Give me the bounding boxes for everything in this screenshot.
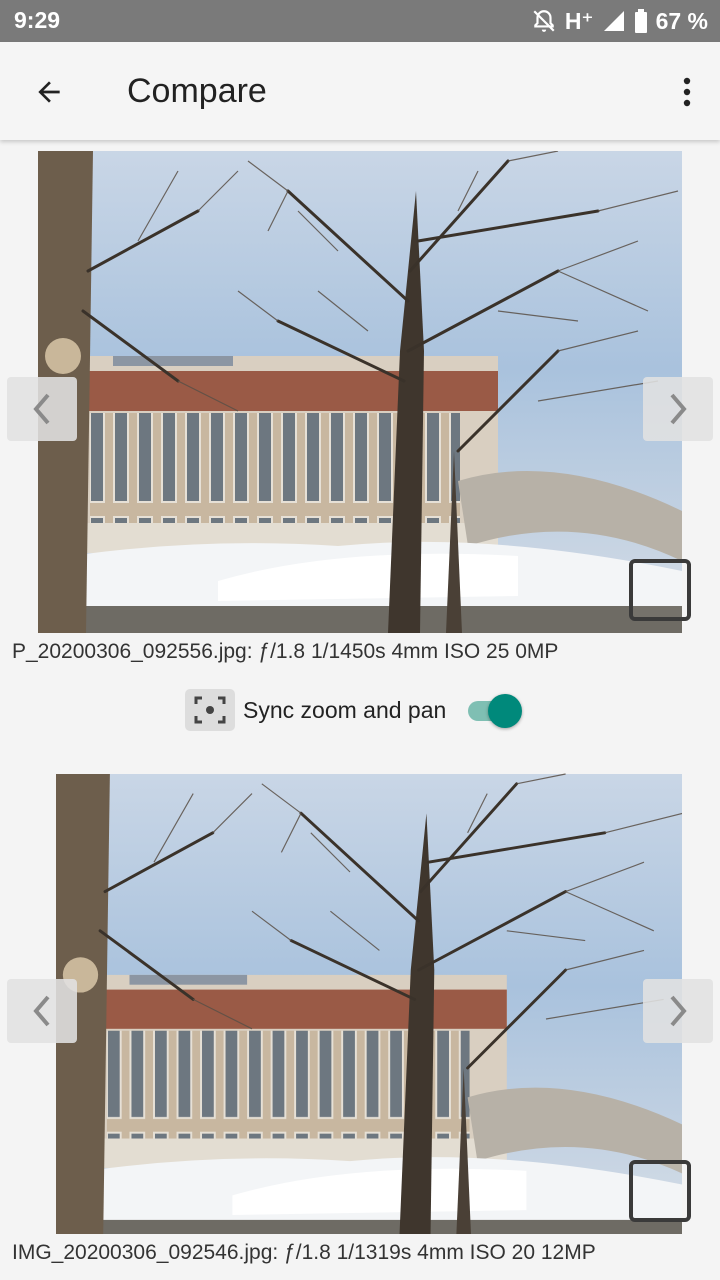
- alarm-off-icon: [531, 8, 557, 34]
- zoom-frame-top[interactable]: [629, 559, 691, 621]
- chevron-right-icon: [670, 393, 687, 425]
- sync-label: Sync zoom and pan: [243, 696, 447, 723]
- status-icons: H⁺ 67 %: [531, 6, 708, 36]
- app-bar: Compare: [0, 42, 720, 140]
- chevron-left-icon: [33, 995, 50, 1027]
- photo-top[interactable]: [38, 151, 682, 633]
- photo-bottom[interactable]: [38, 752, 682, 1234]
- zoom-frame-bottom[interactable]: [629, 1160, 691, 1222]
- back-arrow-icon: [38, 81, 60, 103]
- toggle-thumb: [488, 694, 523, 728]
- signal-icon: [602, 9, 626, 33]
- sync-frame-icon: [185, 689, 235, 731]
- next-photo-button-bottom[interactable]: [643, 979, 713, 1043]
- chevron-left-icon: [33, 393, 50, 425]
- status-bar: 9:29 H⁺ 67 %: [0, 0, 720, 42]
- photo-caption-top: P_20200306_092556.jpg: ƒ/1.8 1/1450s 4mm…: [12, 640, 559, 663]
- chevron-right-icon: [670, 995, 687, 1027]
- prev-photo-button-bottom[interactable]: [7, 979, 77, 1043]
- prev-photo-button-top[interactable]: [7, 377, 77, 441]
- sync-zoom-row: Sync zoom and pan: [185, 688, 524, 732]
- battery-percent: 67 %: [655, 7, 708, 34]
- photo-image[interactable]: [38, 752, 682, 1234]
- sync-toggle[interactable]: [466, 692, 524, 728]
- more-vert-icon: [683, 77, 691, 107]
- page-title: Compare: [127, 72, 267, 110]
- photo-image[interactable]: [38, 151, 682, 633]
- next-photo-button-top[interactable]: [643, 377, 713, 441]
- photo-caption-bottom: IMG_20200306_092546.jpg: ƒ/1.8 1/1319s 4…: [12, 1241, 596, 1264]
- battery-icon: [634, 9, 648, 33]
- back-button[interactable]: [24, 67, 74, 117]
- status-time: 9:29: [14, 7, 61, 33]
- more-options-button[interactable]: [672, 67, 702, 117]
- network-type: H⁺: [564, 7, 594, 34]
